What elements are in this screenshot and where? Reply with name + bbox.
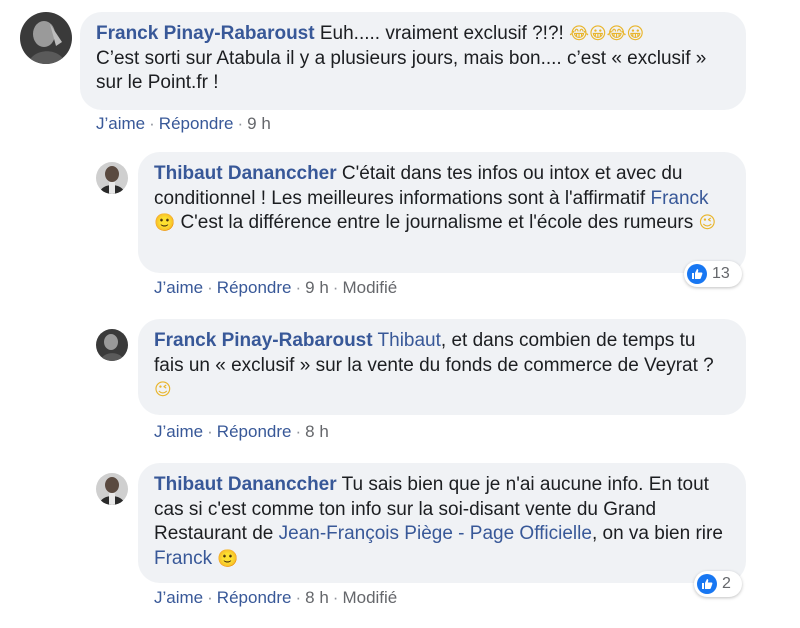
- like-link[interactable]: J’aime: [154, 278, 203, 297]
- timestamp[interactable]: 8 h: [305, 422, 329, 441]
- edited-label[interactable]: Modifié: [342, 278, 397, 297]
- comment-author[interactable]: Thibaut Dananccher: [154, 163, 337, 184]
- comment-text: Euh..... vraiment exclusif ?!?!: [314, 23, 570, 44]
- wink-emoji-icon: 😉: [698, 213, 717, 233]
- mention-link[interactable]: Jean-François Piège - Page Officielle: [279, 523, 592, 544]
- comment-bubble: Thibaut Dananccher C'était dans tes info…: [138, 152, 746, 273]
- smile-emoji-icon: 🙂: [154, 213, 176, 233]
- like-link[interactable]: J’aime: [154, 588, 203, 607]
- comment-text: C'est la différence entre le journalisme…: [175, 212, 699, 233]
- reply-link[interactable]: Répondre: [217, 278, 292, 297]
- avatar[interactable]: [96, 162, 128, 194]
- reply-link[interactable]: Répondre: [217, 422, 292, 441]
- comment-text: C’est sorti sur Atabula il y a plusieurs…: [96, 47, 707, 94]
- comment-text: , on va bien rire: [591, 523, 723, 544]
- avatar[interactable]: [96, 473, 128, 505]
- like-thumb-icon: [697, 574, 717, 594]
- comment-author[interactable]: Franck Pinay-Rabaroust: [96, 23, 315, 44]
- comment-bubble: Thibaut Dananccher Tu sais bien que je n…: [138, 463, 746, 583]
- like-link[interactable]: J’aime: [96, 114, 145, 133]
- comment-actions: J’aime · Répondre · 8 h · Modifié: [154, 588, 398, 607]
- timestamp[interactable]: 9 h: [305, 278, 329, 297]
- timestamp[interactable]: 8 h: [305, 588, 329, 607]
- wink-emoji-icon: 😉: [154, 380, 172, 400]
- reaction-count-value: 13: [712, 265, 730, 282]
- laughing-emoji-icon: 😂😀😂😀: [569, 24, 645, 44]
- reaction-count-value: 2: [722, 575, 731, 592]
- smile-emoji-icon: 🙂: [217, 548, 239, 569]
- comment-actions: J’aime · Répondre · 9 h: [96, 114, 271, 133]
- comment-bubble: Franck Pinay-Rabaroust Euh..... vraiment…: [80, 12, 746, 110]
- avatar[interactable]: [96, 329, 128, 361]
- mention-link[interactable]: Franck: [154, 548, 212, 569]
- reaction-count[interactable]: 13: [684, 261, 742, 287]
- timestamp[interactable]: 9 h: [247, 114, 271, 133]
- like-thumb-icon: [687, 264, 707, 284]
- mention-link[interactable]: Franck: [650, 188, 708, 209]
- comment-author[interactable]: Thibaut Dananccher: [154, 474, 337, 495]
- reply-link[interactable]: Répondre: [217, 588, 292, 607]
- reply-link[interactable]: Répondre: [159, 114, 234, 133]
- avatar[interactable]: [20, 12, 72, 64]
- reaction-count[interactable]: 2: [694, 571, 742, 597]
- mention-link[interactable]: Thibaut: [378, 330, 441, 351]
- like-link[interactable]: J’aime: [154, 422, 203, 441]
- comment-actions: J’aime · Répondre · 9 h · Modifié: [154, 278, 398, 297]
- edited-label[interactable]: Modifié: [342, 588, 397, 607]
- comment-author[interactable]: Franck Pinay-Rabaroust: [154, 330, 373, 351]
- comment-actions: J’aime · Répondre · 8 h: [154, 422, 329, 441]
- comment-bubble: Franck Pinay-Rabaroust Thibaut, et dans …: [138, 319, 746, 415]
